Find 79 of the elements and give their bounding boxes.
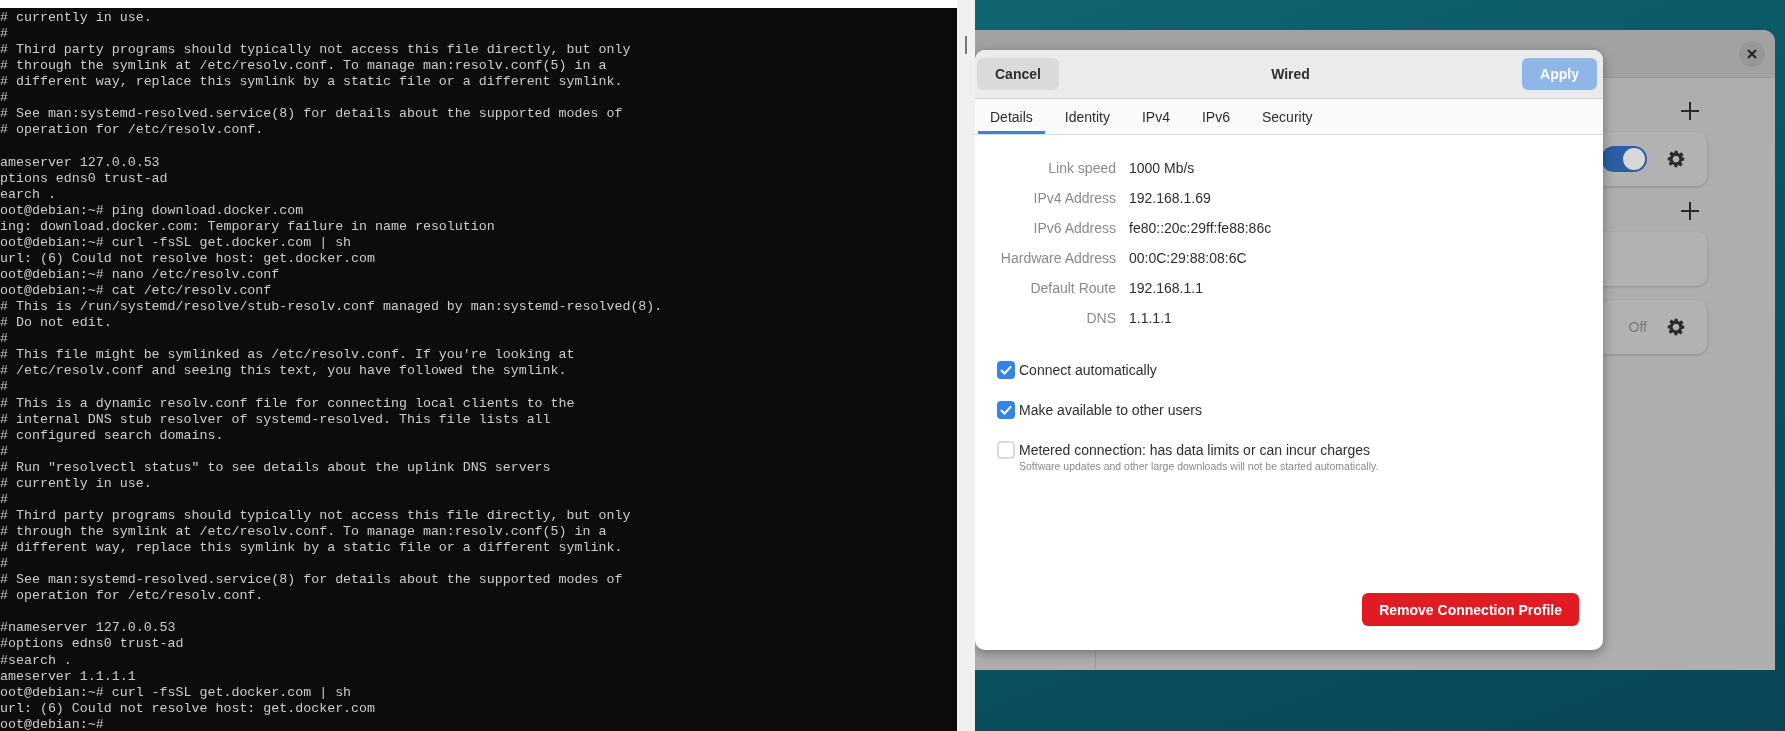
- tab[interactable]: IPv4: [1129, 99, 1182, 134]
- terminal-line: ptions edns0 trust-ad: [0, 170, 169, 187]
- terminal-line: # See man:systemd-resolved.service(8) for details about the supported modes of: [0, 106, 624, 123]
- scrollbar[interactable]: [965, 36, 967, 54]
- terminal-line: # different way, replace this symlink by a static file or a different symlink.: [0, 540, 624, 557]
- terminal-line: #: [0, 26, 9, 43]
- terminal-line: oot@debian:~# cat /etc/resolv.conf: [0, 283, 273, 300]
- detail-value: 192.168.1.1: [1129, 279, 1204, 297]
- checkbox[interactable]: [997, 401, 1015, 419]
- terminal-line: # internal DNS stub resolver of systemd-resolved. This file lists all: [0, 411, 552, 428]
- terminal-line: # different way, replace this symlink by a static file or a different symlink.: [0, 74, 624, 91]
- checkbox-label: Make available to other users: [1019, 402, 1202, 418]
- terminal-line: # Do not edit.: [0, 315, 113, 332]
- terminal-line: # This is /run/systemd/resolve/stub-resolv.conf managed by man:systemd-resolved(8).: [0, 299, 664, 316]
- terminal-line: # This is a dynamic resolv.conf file for connecting local clients to the: [0, 395, 576, 412]
- detail-label: Default Route: [1029, 279, 1116, 297]
- terminal-line: oot@debian:~# curl -fsSL get.docker.com | sh: [0, 684, 353, 701]
- dialog-title: Wired: [1270, 66, 1311, 82]
- detail-value: 1000 Mb/s: [1129, 159, 1196, 177]
- detail-value: 00:0C:29:88:08:6C: [1129, 249, 1248, 267]
- detail-label: Link speed: [1047, 159, 1116, 177]
- tab[interactable]: Identity: [1052, 99, 1122, 134]
- terminal-line: #options edns0 trust-ad: [0, 636, 185, 653]
- settings-icon[interactable]: [1667, 150, 1685, 168]
- add-button[interactable]: [1679, 100, 1701, 122]
- detail-label: DNS: [1085, 309, 1116, 327]
- terminal-line: earch .: [0, 186, 57, 203]
- terminal-line: # Run "resolvectl status" to see details about the uplink DNS servers: [0, 459, 552, 476]
- terminal-line: # currently in use.: [0, 10, 153, 27]
- tab[interactable]: Details: [978, 99, 1045, 134]
- terminal-line: url: (6) Could not resolve host: get.docker.com: [0, 250, 377, 267]
- settings-icon[interactable]: [1667, 318, 1685, 336]
- terminal-line: oot@debian:~# curl -fsSL get.docker.com | sh: [0, 234, 353, 251]
- terminal-line: ameserver 1.1.1.1: [0, 668, 137, 685]
- detail-value: 1.1.1.1: [1129, 309, 1173, 327]
- checkbox-label: Metered connection: has data limits or can incur charges: [1019, 442, 1371, 458]
- toggle-switch[interactable]: [1601, 146, 1647, 172]
- terminal-line: #: [0, 443, 9, 460]
- terminal-line: #: [0, 556, 9, 573]
- terminal-line: #: [0, 491, 9, 508]
- detail-value: 192.168.1.69: [1129, 189, 1212, 207]
- terminal-line: # Third party programs should typically not access this file directly, but only: [0, 507, 632, 524]
- terminal-line: # through the symlink at /etc/resolv.conf. To manage man:resolv.conf(5) in a: [0, 524, 608, 541]
- checkbox-description: Software updates and other large downloads will not be started automatically.: [1019, 460, 1379, 472]
- tab[interactable]: Security: [1249, 99, 1325, 134]
- terminal-line: #: [0, 90, 9, 107]
- detail-label: Hardware Address: [999, 249, 1116, 267]
- terminal-line: oot@debian:~#: [0, 716, 105, 731]
- terminal-line: # operation for /etc/resolv.conf.: [0, 122, 265, 139]
- terminal-line: # See man:systemd-resolved.service(8) for details about the supported modes of: [0, 572, 624, 589]
- remove-button[interactable]: Remove Connection Profile: [1362, 593, 1579, 626]
- terminal-line: ing: download.docker.com: Temporary failure in name resolution: [0, 218, 496, 235]
- detail-label: IPv4 Address: [1032, 189, 1116, 207]
- add-button[interactable]: [1679, 200, 1701, 222]
- terminal-line: # operation for /etc/resolv.conf.: [0, 588, 265, 605]
- terminal-line: url: (6) Could not resolve host: get.docker.com: [0, 700, 377, 717]
- terminal-line: oot@debian:~# nano /etc/resolv.conf: [0, 267, 281, 284]
- terminal-line: #nameserver 127.0.0.53: [0, 620, 177, 637]
- detail-label: IPv6 Address: [1032, 219, 1116, 237]
- checkbox-label: Connect automatically: [1019, 362, 1157, 378]
- checkbox[interactable]: [997, 441, 1015, 459]
- checkbox[interactable]: [997, 361, 1015, 379]
- terminal-line: #search .: [0, 652, 73, 669]
- close-button[interactable]: [1739, 40, 1765, 67]
- terminal-line: # through the symlink at /etc/resolv.conf. To manage man:resolv.conf(5) in a: [0, 58, 608, 75]
- close-icon[interactable]: [1747, 48, 1757, 59]
- terminal-line: # currently in use.: [0, 475, 153, 492]
- status-label: Off: [1628, 319, 1647, 335]
- terminal-line: # configured search domains.: [0, 427, 225, 444]
- terminal-line: #: [0, 379, 9, 396]
- terminal-line: #: [0, 331, 9, 348]
- terminal-line: # /etc/resolv.conf and seeing this text, you have followed the symlink.: [0, 363, 568, 380]
- detail-value: fe80::20c:29ff:fe88:86c: [1129, 219, 1273, 237]
- cancel-button[interactable]: Cancel: [977, 58, 1059, 90]
- terminal-line: # This file might be symlinked as /etc/resolv.conf. If you're looking at: [0, 347, 576, 364]
- terminal-line: # Third party programs should typically not access this file directly, but only: [0, 42, 632, 59]
- terminal-line: oot@debian:~# ping download.docker.com: [0, 202, 305, 219]
- tab[interactable]: IPv6: [1189, 99, 1242, 134]
- terminal-line: ameserver 127.0.0.53: [0, 154, 161, 171]
